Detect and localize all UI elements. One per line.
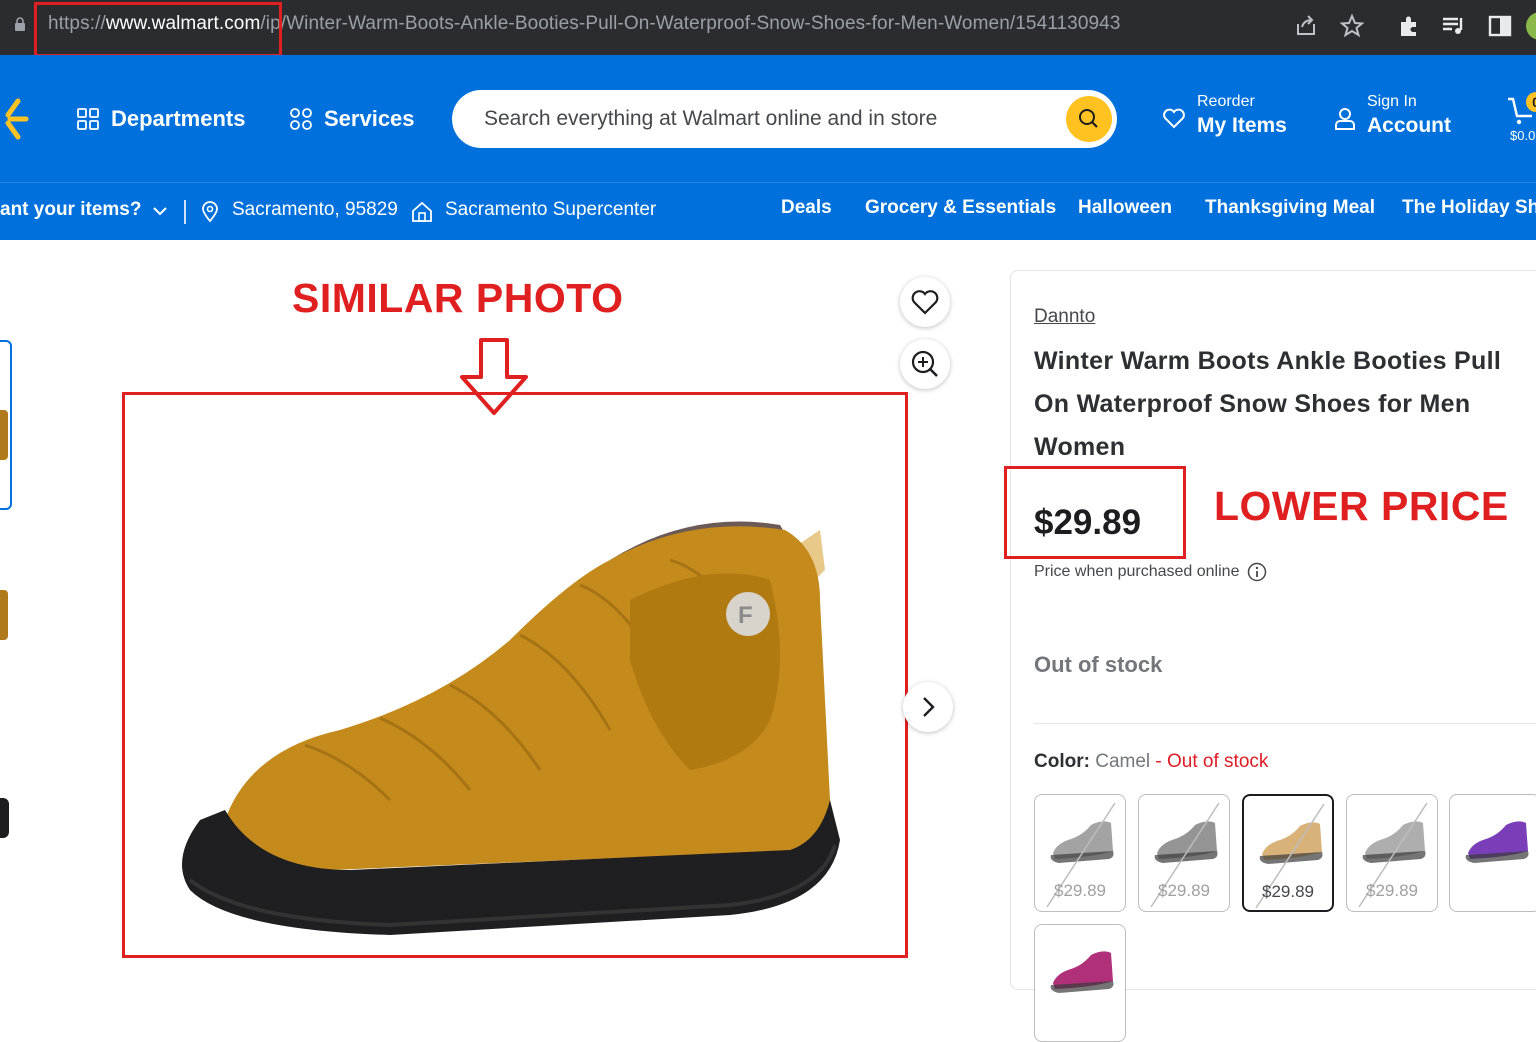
services-button[interactable]: Services <box>290 106 415 132</box>
extensions-icon[interactable] <box>1395 12 1423 40</box>
grid-icon <box>77 108 99 130</box>
url-path: /ip/Winter-Warm-Boots-Ankle-Booties-Pull… <box>260 13 1121 34</box>
browser-toolbar: https://www.walmart.com/ip/Winter-Warm-B… <box>0 0 1536 57</box>
info-icon[interactable] <box>1247 562 1267 582</box>
store-icon <box>412 201 432 222</box>
chevron-right-icon <box>923 697 935 717</box>
lower-price-annotation: LOWER PRICE <box>1214 483 1509 529</box>
color-stock-status: Out of stock <box>1167 751 1269 772</box>
zoom-in-icon <box>911 350 938 377</box>
cart-button[interactable]: 0 $0.0 <box>1506 92 1536 148</box>
user-icon <box>1335 108 1355 130</box>
search-button[interactable] <box>1066 96 1112 142</box>
category-link-halloween[interactable]: Halloween <box>1078 197 1172 219</box>
reorder-small-label: Reorder <box>1197 93 1255 110</box>
lock-icon <box>15 17 25 31</box>
price-note: Price when purchased online <box>1034 562 1267 582</box>
account-button[interactable]: Sign In Account <box>1334 93 1451 138</box>
product-title-line: Women <box>1034 433 1126 461</box>
swatch-boot-image <box>1050 951 1114 993</box>
product-image[interactable]: F <box>130 400 900 950</box>
category-link-grocery[interactable]: Grocery & Essentials <box>865 197 1056 219</box>
swatch-price: $29.89 <box>1158 881 1210 900</box>
product-title-line: Winter Warm Boots Ankle Booties Pull <box>1034 347 1502 375</box>
reorder-big-label: My Items <box>1197 114 1287 137</box>
location-pin-icon <box>202 201 218 223</box>
category-link-holiday[interactable]: The Holiday Sho <box>1402 197 1536 219</box>
pickup-prompt[interactable]: ant your items? <box>0 199 141 221</box>
thumbnail-3[interactable] <box>0 798 9 838</box>
search-input[interactable] <box>484 104 1044 134</box>
media-icon[interactable] <box>1440 12 1468 40</box>
color-swatch[interactable] <box>1449 794 1536 912</box>
location-text: Sacramento, 95829 <box>232 199 398 220</box>
search-icon <box>1079 109 1098 128</box>
color-selection-label: Color: Camel - Out of stock <box>1034 751 1268 773</box>
color-swatch[interactable]: $29.89 <box>1034 794 1126 912</box>
url-highlight-box <box>34 2 282 57</box>
product-title: Winter Warm Boots Ankle Booties Pull On … <box>1034 340 1524 469</box>
store-link[interactable]: Sacramento Supercenter <box>445 199 656 221</box>
sub-bar-separator <box>184 200 186 224</box>
heart-icon <box>911 290 939 315</box>
signin-big-label: Account <box>1367 114 1451 137</box>
color-swatch[interactable]: $29.89 <box>1138 794 1230 912</box>
similar-photo-annotation: SIMILAR PHOTO <box>292 275 624 321</box>
zoom-button[interactable] <box>900 339 950 389</box>
profile-avatar[interactable] <box>1526 12 1536 40</box>
cart-count: 0 <box>1532 94 1536 110</box>
category-link-deals[interactable]: Deals <box>781 197 832 219</box>
swatch-price: $29.89 <box>1262 882 1314 901</box>
price-note-text: Price when purchased online <box>1034 563 1240 580</box>
color-value: Camel <box>1095 751 1151 772</box>
stock-status: Out of stock <box>1034 652 1163 677</box>
services-label: Services <box>324 106 415 131</box>
color-label: Color: <box>1034 751 1090 772</box>
star-icon[interactable] <box>1338 12 1366 40</box>
heart-icon <box>1163 108 1185 129</box>
category-link-thanksgiving[interactable]: Thanksgiving Meal <box>1205 197 1375 219</box>
swatch-price: $29.89 <box>1054 881 1106 900</box>
next-image-button[interactable] <box>903 682 953 732</box>
swatch-price: $29.89 <box>1366 881 1418 900</box>
product-price: $29.89 <box>1034 503 1142 542</box>
side-panel-icon[interactable] <box>1486 12 1514 40</box>
search-bar <box>452 90 1117 148</box>
svg-text:F: F <box>738 602 753 629</box>
pickup-prompt-text: ant your items? <box>0 199 142 220</box>
share-icon[interactable] <box>1292 12 1320 40</box>
swatch-boot-image <box>1465 821 1529 863</box>
location-link[interactable]: Sacramento, 95829 <box>232 199 398 221</box>
color-swatch[interactable]: $29.89 <box>1242 794 1334 912</box>
color-swatch[interactable]: $29.89 <box>1346 794 1438 912</box>
color-separator: - <box>1155 751 1162 772</box>
departments-button[interactable]: Departments <box>77 106 245 132</box>
signin-small-label: Sign In <box>1367 93 1417 110</box>
reorder-button[interactable]: Reorder My Items <box>1162 93 1287 138</box>
product-title-line: On Waterproof Snow Shoes for Men <box>1034 390 1471 418</box>
services-icon <box>290 108 312 130</box>
chevron-down-icon[interactable] <box>152 205 168 217</box>
walmart-spark-logo[interactable] <box>0 97 30 141</box>
sub-navigation-bar: ant your items? Sacramento, 95829 Sacram… <box>0 182 1536 240</box>
thumbnail-2[interactable] <box>0 590 8 640</box>
brand-link[interactable]: Dannto <box>1034 306 1095 328</box>
thumbnail-1[interactable] <box>0 410 8 460</box>
divider <box>1034 723 1536 724</box>
store-text: Sacramento Supercenter <box>445 199 657 220</box>
favorite-button[interactable] <box>900 277 950 327</box>
departments-label: Departments <box>111 106 246 131</box>
color-swatch[interactable] <box>1034 924 1126 1042</box>
cart-amount: $0.0 <box>1510 128 1536 143</box>
